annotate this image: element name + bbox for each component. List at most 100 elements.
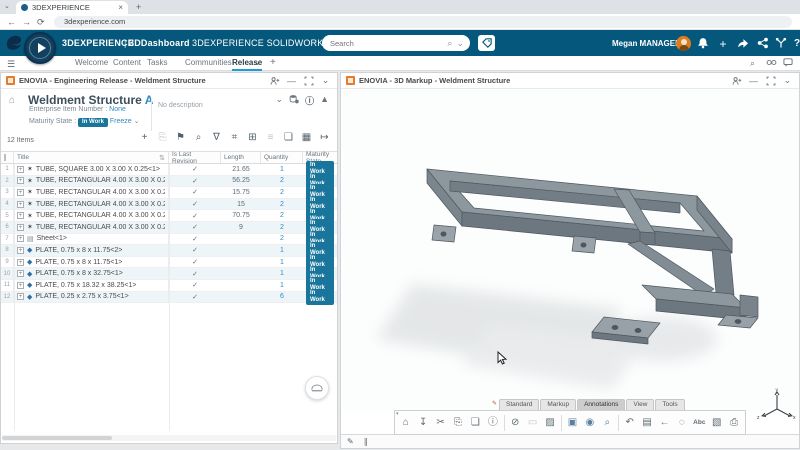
- help-icon[interactable]: ?: [790, 37, 800, 51]
- quantity-value[interactable]: 6: [261, 292, 303, 303]
- part-title[interactable]: PLATE, 0.75 x 8 x 11.75<1>: [35, 259, 122, 266]
- apps-icon[interactable]: [774, 37, 788, 51]
- quantity-value[interactable]: 1: [261, 164, 303, 175]
- quantity-value[interactable]: 2: [261, 210, 303, 221]
- home-icon[interactable]: ⌂: [399, 415, 412, 430]
- browser-tab[interactable]: 3DEXPERIENCE ×: [16, 1, 128, 14]
- quantity-value[interactable]: 1: [261, 245, 303, 256]
- home-icon[interactable]: ⌂: [9, 95, 15, 106]
- column-quantity[interactable]: Quantity: [261, 152, 303, 163]
- copy-icon[interactable]: ⎘: [451, 415, 464, 430]
- tab-release[interactable]: Release: [232, 58, 262, 71]
- hatch-icon[interactable]: ▨: [543, 415, 556, 430]
- arrow-icon[interactable]: ←: [658, 415, 671, 430]
- quantity-value[interactable]: 1: [261, 257, 303, 268]
- paste-icon[interactable]: ⎘: [156, 131, 169, 144]
- minimize-icon[interactable]: —: [285, 75, 298, 87]
- state-chevron-icon[interactable]: ⌄: [134, 118, 140, 125]
- share-icon[interactable]: [736, 37, 750, 51]
- sort-icon[interactable]: ⇅: [159, 154, 165, 162]
- horizontal-scrollbar[interactable]: [2, 435, 336, 441]
- expand-row-button[interactable]: +: [17, 270, 24, 277]
- quantity-value[interactable]: 2: [261, 176, 303, 187]
- add-icon[interactable]: +: [716, 37, 730, 51]
- list-view-icon[interactable]: ≡: [264, 131, 277, 144]
- part-title[interactable]: TUBE, SQUARE 3.00 X 3.00 X 0.25<1>: [36, 166, 160, 173]
- forward-icon[interactable]: →: [22, 17, 31, 27]
- select-all-checkbox[interactable]: [4, 154, 6, 161]
- screenshot-icon[interactable]: ▣: [566, 415, 579, 430]
- url-field[interactable]: 3dexperience.com: [54, 16, 792, 28]
- maximize-icon[interactable]: [302, 75, 315, 87]
- column-length[interactable]: Length: [221, 152, 261, 163]
- window-menu-icon[interactable]: ⌄: [4, 2, 10, 10]
- notifications-icon[interactable]: [696, 37, 710, 51]
- back-icon[interactable]: ←: [7, 17, 16, 27]
- expand-row-button[interactable]: +: [17, 189, 24, 196]
- collapse-section-icon[interactable]: ▲: [320, 94, 329, 107]
- minimize-icon[interactable]: —: [747, 75, 760, 87]
- grid-view-icon[interactable]: ▦: [300, 131, 313, 144]
- part-title[interactable]: PLATE, 0.75 x 8 x 11.75<2>: [35, 247, 122, 254]
- expand-row-button[interactable]: +: [17, 201, 24, 208]
- print-icon[interactable]: ⎙: [727, 415, 740, 430]
- markup-tab-tools[interactable]: Tools: [655, 399, 684, 410]
- compass-icon[interactable]: [24, 32, 56, 64]
- tab-tasks[interactable]: Tasks: [147, 58, 167, 67]
- chat-icon[interactable]: [783, 58, 793, 69]
- quantity-value[interactable]: 2: [261, 222, 303, 233]
- expand-row-button[interactable]: +: [17, 259, 24, 266]
- ein-value[interactable]: None: [109, 106, 126, 113]
- note-icon[interactable]: ▤: [640, 415, 653, 430]
- paste-icon[interactable]: ❏: [469, 415, 482, 430]
- data-source-icon[interactable]: [289, 94, 299, 107]
- part-title[interactable]: TUBE, RECTANGULAR 4.00 X 3.00 X 0.25<6>: [36, 189, 165, 196]
- expand-row-button[interactable]: +: [17, 247, 24, 254]
- delete-markup-icon[interactable]: ⊘: [508, 415, 521, 430]
- insert-existing-icon[interactable]: ⊞: [246, 131, 259, 144]
- expand-row-button[interactable]: +: [17, 177, 24, 184]
- search-input[interactable]: [328, 38, 443, 49]
- export-icon[interactable]: ↦: [318, 131, 331, 144]
- part-title[interactable]: TUBE, RECTANGULAR 4.00 X 3.00 X 0.25<4>: [36, 212, 165, 219]
- menu-icon[interactable]: ☰: [7, 59, 15, 70]
- markup-tab-markup[interactable]: Markup: [540, 399, 576, 410]
- add-icon[interactable]: +: [138, 131, 151, 144]
- reload-icon[interactable]: ⟳: [37, 17, 45, 28]
- camera-icon[interactable]: ◉: [583, 415, 596, 430]
- search-icon[interactable]: ⌕: [447, 38, 452, 49]
- save-icon[interactable]: ↧: [416, 415, 429, 430]
- roles-icon[interactable]: [766, 58, 777, 69]
- search-options-chevron-icon[interactable]: ⌄: [456, 38, 464, 49]
- maximize-icon[interactable]: [764, 75, 777, 87]
- part-title[interactable]: TUBE, RECTANGULAR 4.00 X 3.00 X 0.25<10>: [36, 224, 165, 231]
- fullscreen-icon[interactable]: ❏: [282, 131, 295, 144]
- zoom-region-icon[interactable]: ⌕: [601, 415, 614, 430]
- expand-row-button[interactable]: +: [17, 282, 24, 289]
- info-icon[interactable]: ⓘ: [305, 94, 314, 107]
- widget-menu-chevron-icon[interactable]: ⌄: [781, 75, 794, 87]
- 3d-viewport[interactable]: [342, 89, 799, 411]
- tab-communities[interactable]: Communities: [185, 58, 232, 67]
- quantity-value[interactable]: 1: [261, 280, 303, 291]
- find-icon[interactable]: ⌕: [192, 131, 205, 144]
- part-title[interactable]: PLATE, 0.75 x 8 x 32.75<1>: [35, 270, 122, 277]
- open-structure-icon[interactable]: ⌗: [228, 131, 241, 144]
- revision-label[interactable]: A: [145, 93, 154, 107]
- column-title[interactable]: Title⇅: [14, 152, 169, 163]
- assign-user-icon[interactable]: [730, 75, 743, 87]
- floating-action-button[interactable]: [305, 376, 329, 400]
- tab-content[interactable]: Content: [113, 58, 141, 67]
- collaborate-icon[interactable]: [756, 37, 770, 51]
- close-tab-icon[interactable]: ×: [118, 3, 123, 12]
- toolbar-collapse-chevron-icon[interactable]: ▾: [396, 411, 399, 417]
- global-search[interactable]: ⌕ ⌄: [322, 35, 470, 51]
- next-state-action[interactable]: Freeze: [110, 118, 132, 125]
- expand-row-button[interactable]: +: [17, 224, 24, 231]
- pen-icon[interactable]: ✎: [347, 437, 354, 446]
- circle-icon[interactable]: ◌: [675, 415, 688, 430]
- rectangle-icon[interactable]: ▭: [526, 415, 539, 430]
- cut-icon[interactable]: ✂: [434, 415, 447, 430]
- quantity-value[interactable]: 2: [261, 199, 303, 210]
- app-title[interactable]: 3DDashboard: [129, 38, 190, 48]
